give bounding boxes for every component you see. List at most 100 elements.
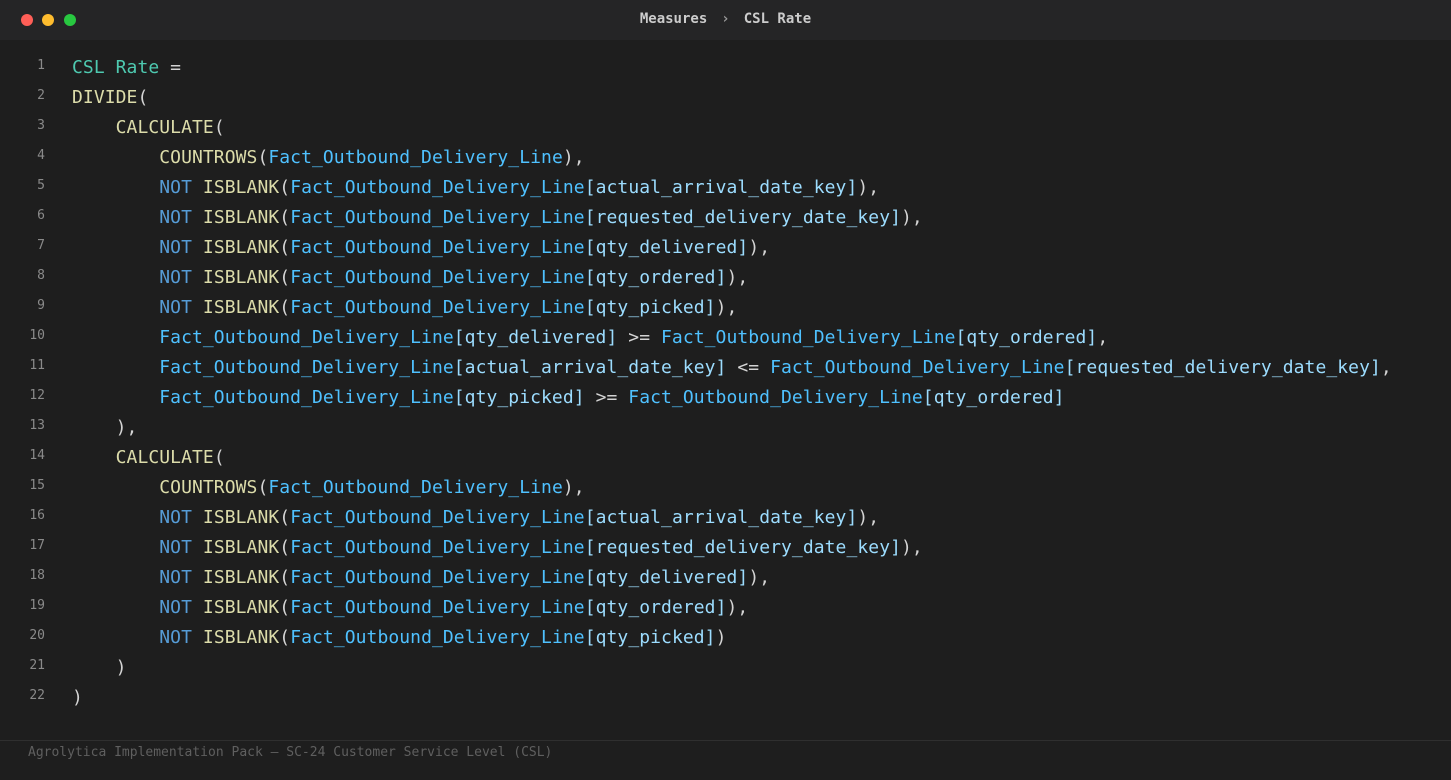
function-token: ISBLANK: [202, 207, 280, 228]
line-number: 1: [37, 58, 45, 73]
code-line[interactable]: 11 Fact_Outbound_Delivery_Line[actual_ar…: [0, 353, 1451, 383]
footer-caption: Agrolytica Implementation Pack — SC-24 C…: [28, 745, 553, 760]
line-number: 21: [29, 658, 45, 673]
column-token: [qty_delivered]: [584, 237, 749, 258]
code-line[interactable]: 20 NOT ISBLANK(Fact_Outbound_Delivery_Li…: [0, 623, 1451, 653]
code-line[interactable]: 9 NOT ISBLANK(Fact_Outbound_Delivery_Lin…: [0, 293, 1451, 323]
line-number: 5: [37, 178, 45, 193]
punctuation-token: ): [72, 657, 127, 678]
keyword-token: NOT: [159, 237, 192, 258]
code-line[interactable]: 18 NOT ISBLANK(Fact_Outbound_Delivery_Li…: [0, 563, 1451, 593]
code-text: NOT ISBLANK(Fact_Outbound_Delivery_Line[…: [72, 503, 879, 533]
punctuation-token: [72, 387, 159, 408]
table-token: Fact_Outbound_Delivery_Line: [290, 597, 585, 618]
punctuation-token: [72, 507, 159, 528]
code-line[interactable]: 10 Fact_Outbound_Delivery_Line[qty_deliv…: [0, 323, 1451, 353]
punctuation-token: (: [279, 537, 291, 558]
column-token: [actual_arrival_date_key]: [584, 507, 858, 528]
punctuation-token: >=: [617, 327, 662, 348]
code-line[interactable]: 17 NOT ISBLANK(Fact_Outbound_Delivery_Li…: [0, 533, 1451, 563]
punctuation-token: ),: [562, 477, 585, 498]
code-text: NOT ISBLANK(Fact_Outbound_Delivery_Line[…: [72, 623, 727, 653]
code-line[interactable]: 22): [0, 683, 1451, 713]
code-line[interactable]: 13 ),: [0, 413, 1451, 443]
code-line[interactable]: 4 COUNTROWS(Fact_Outbound_Delivery_Line)…: [0, 143, 1451, 173]
punctuation-token: (: [213, 447, 225, 468]
code-line[interactable]: 21 ): [0, 653, 1451, 683]
table-token: Fact_Outbound_Delivery_Line: [159, 357, 454, 378]
table-token: Fact_Outbound_Delivery_Line: [268, 147, 563, 168]
code-editor[interactable]: 1 CSL Rate = 2 DIVIDE(3 CALCULATE(4 COUNTRO…: [0, 53, 1451, 733]
column-token: [qty_picked]: [584, 297, 716, 318]
punctuation-token: [192, 537, 203, 558]
code-text: ),: [72, 413, 138, 443]
keyword-token: NOT: [159, 297, 192, 318]
punctuation-token: [72, 477, 159, 498]
line-number: 12: [29, 388, 45, 403]
table-token: Fact_Outbound_Delivery_Line: [159, 327, 454, 348]
punctuation-token: ),: [748, 237, 771, 258]
code-line[interactable]: 6 NOT ISBLANK(Fact_Outbound_Delivery_Lin…: [0, 203, 1451, 233]
punctuation-token: [72, 297, 159, 318]
code-line[interactable]: 8 NOT ISBLANK(Fact_Outbound_Delivery_Lin…: [0, 263, 1451, 293]
keyword-token: NOT: [159, 507, 192, 528]
code-line[interactable]: 1 CSL Rate =: [0, 53, 1451, 83]
punctuation-token: (: [137, 87, 149, 108]
breadcrumb-item-measures[interactable]: Measures: [640, 11, 707, 27]
punctuation-token: (: [257, 147, 269, 168]
punctuation-token: ),: [857, 507, 880, 528]
punctuation-token: ),: [726, 267, 749, 288]
line-number: 4: [37, 148, 45, 163]
punctuation-token: ): [72, 687, 83, 708]
punctuation-token: ),: [726, 597, 749, 618]
punctuation-token: ,: [1380, 357, 1392, 378]
function-token: DIVIDE: [72, 87, 138, 108]
code-line[interactable]: 19 NOT ISBLANK(Fact_Outbound_Delivery_Li…: [0, 593, 1451, 623]
function-token: ISBLANK: [202, 177, 280, 198]
column-token: [qty_ordered]: [955, 327, 1098, 348]
column-token: [qty_delivered]: [453, 327, 618, 348]
code-line[interactable]: 7 NOT ISBLANK(Fact_Outbound_Delivery_Lin…: [0, 233, 1451, 263]
code-text: ): [72, 653, 127, 683]
code-text: DIVIDE(: [72, 83, 148, 113]
measure-name: CSL Rate: [72, 57, 160, 78]
table-token: Fact_Outbound_Delivery_Line: [290, 207, 585, 228]
code-line[interactable]: 3 CALCULATE(: [0, 113, 1451, 143]
keyword-token: NOT: [159, 177, 192, 198]
code-text: NOT ISBLANK(Fact_Outbound_Delivery_Line[…: [72, 533, 923, 563]
code-line[interactable]: 5 NOT ISBLANK(Fact_Outbound_Delivery_Lin…: [0, 173, 1451, 203]
code-text: CALCULATE(: [72, 113, 225, 143]
column-token: [qty_delivered]: [584, 567, 749, 588]
function-token: CALCULATE: [115, 447, 214, 468]
line-number: 9: [37, 298, 45, 313]
code-line[interactable]: 14 CALCULATE(: [0, 443, 1451, 473]
punctuation-token: [72, 357, 159, 378]
code-text: Fact_Outbound_Delivery_Line[actual_arriv…: [72, 353, 1392, 383]
code-line[interactable]: 2 DIVIDE(: [0, 83, 1451, 113]
line-number: 11: [29, 358, 45, 373]
table-token: Fact_Outbound_Delivery_Line: [290, 537, 585, 558]
punctuation-token: [192, 627, 203, 648]
code-text: Fact_Outbound_Delivery_Line[qty_picked] …: [72, 383, 1065, 413]
code-text: CALCULATE(: [72, 443, 225, 473]
punctuation-token: ),: [857, 177, 880, 198]
punctuation-token: >=: [584, 387, 629, 408]
line-number: 8: [37, 268, 45, 283]
punctuation-token: [72, 207, 159, 228]
function-token: ISBLANK: [202, 507, 280, 528]
punctuation-token: [72, 117, 116, 138]
breadcrumb-item-current[interactable]: CSL Rate: [744, 11, 811, 27]
breadcrumb: Measures › CSL Rate: [0, 0, 1451, 40]
punctuation-token: (: [279, 177, 291, 198]
punctuation-token: [72, 447, 116, 468]
column-token: [qty_ordered]: [922, 387, 1065, 408]
punctuation-token: (: [279, 597, 291, 618]
code-text: COUNTROWS(Fact_Outbound_Delivery_Line),: [72, 143, 585, 173]
code-line[interactable]: 15 COUNTROWS(Fact_Outbound_Delivery_Line…: [0, 473, 1451, 503]
line-number: 6: [37, 208, 45, 223]
column-token: [qty_picked]: [453, 387, 585, 408]
function-token: ISBLANK: [202, 597, 280, 618]
code-line[interactable]: 12 Fact_Outbound_Delivery_Line[qty_picke…: [0, 383, 1451, 413]
punctuation-token: ),: [901, 537, 923, 558]
code-line[interactable]: 16 NOT ISBLANK(Fact_Outbound_Delivery_Li…: [0, 503, 1451, 533]
